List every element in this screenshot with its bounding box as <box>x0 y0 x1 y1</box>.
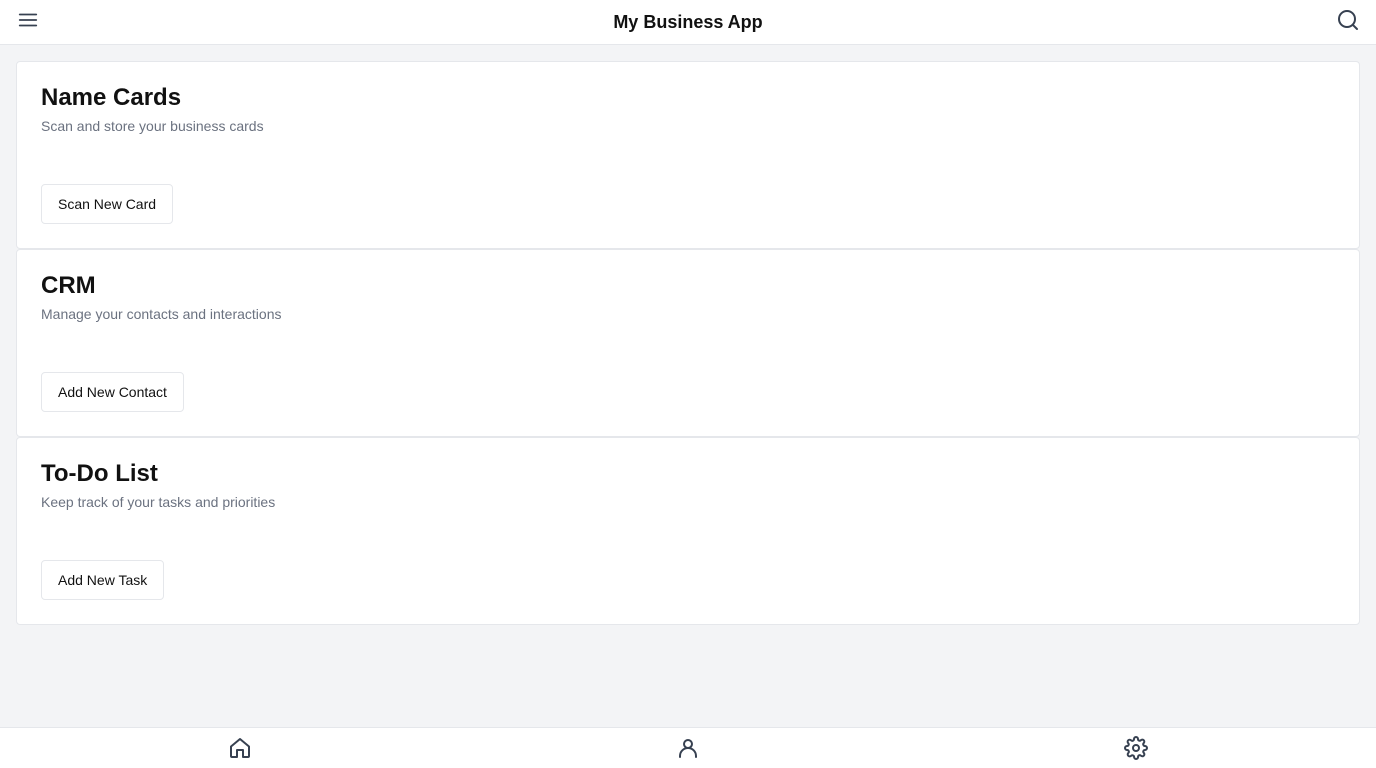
search-button[interactable] <box>1334 8 1362 36</box>
bottom-navigation <box>0 727 1376 768</box>
gear-icon <box>1124 735 1148 765</box>
card-title: CRM <box>41 272 96 299</box>
app-title: My Business App <box>613 11 763 32</box>
search-icon <box>1336 8 1360 37</box>
top-app-bar: My Business App <box>0 0 1376 45</box>
add-new-contact-button[interactable]: Add New Contact <box>41 372 184 412</box>
card-description: Keep track of your tasks and priorities <box>41 494 276 510</box>
scan-new-card-button[interactable]: Scan New Card <box>41 184 174 224</box>
home-icon <box>228 736 252 765</box>
card-description: Scan and store your business cards <box>41 118 264 134</box>
name-cards-card: Name Cards Scan and store your business … <box>16 61 1360 249</box>
user-icon <box>676 736 700 765</box>
app-root: My Business App Name Cards Scan and stor… <box>0 0 1376 768</box>
add-new-task-button[interactable]: Add New Task <box>41 560 165 600</box>
todo-list-card: To-Do List Keep track of your tasks and … <box>16 437 1360 625</box>
card-title: To-Do List <box>41 460 158 487</box>
nav-item-profile[interactable] <box>674 736 702 764</box>
nav-item-home[interactable] <box>226 736 254 764</box>
nav-item-settings[interactable] <box>1122 735 1150 765</box>
card-description: Manage your contacts and interactions <box>41 306 282 322</box>
feature-card-list: Name Cards Scan and store your business … <box>16 61 1360 625</box>
card-title: Name Cards <box>41 84 182 111</box>
crm-card: CRM Manage your contacts and interaction… <box>16 249 1360 437</box>
